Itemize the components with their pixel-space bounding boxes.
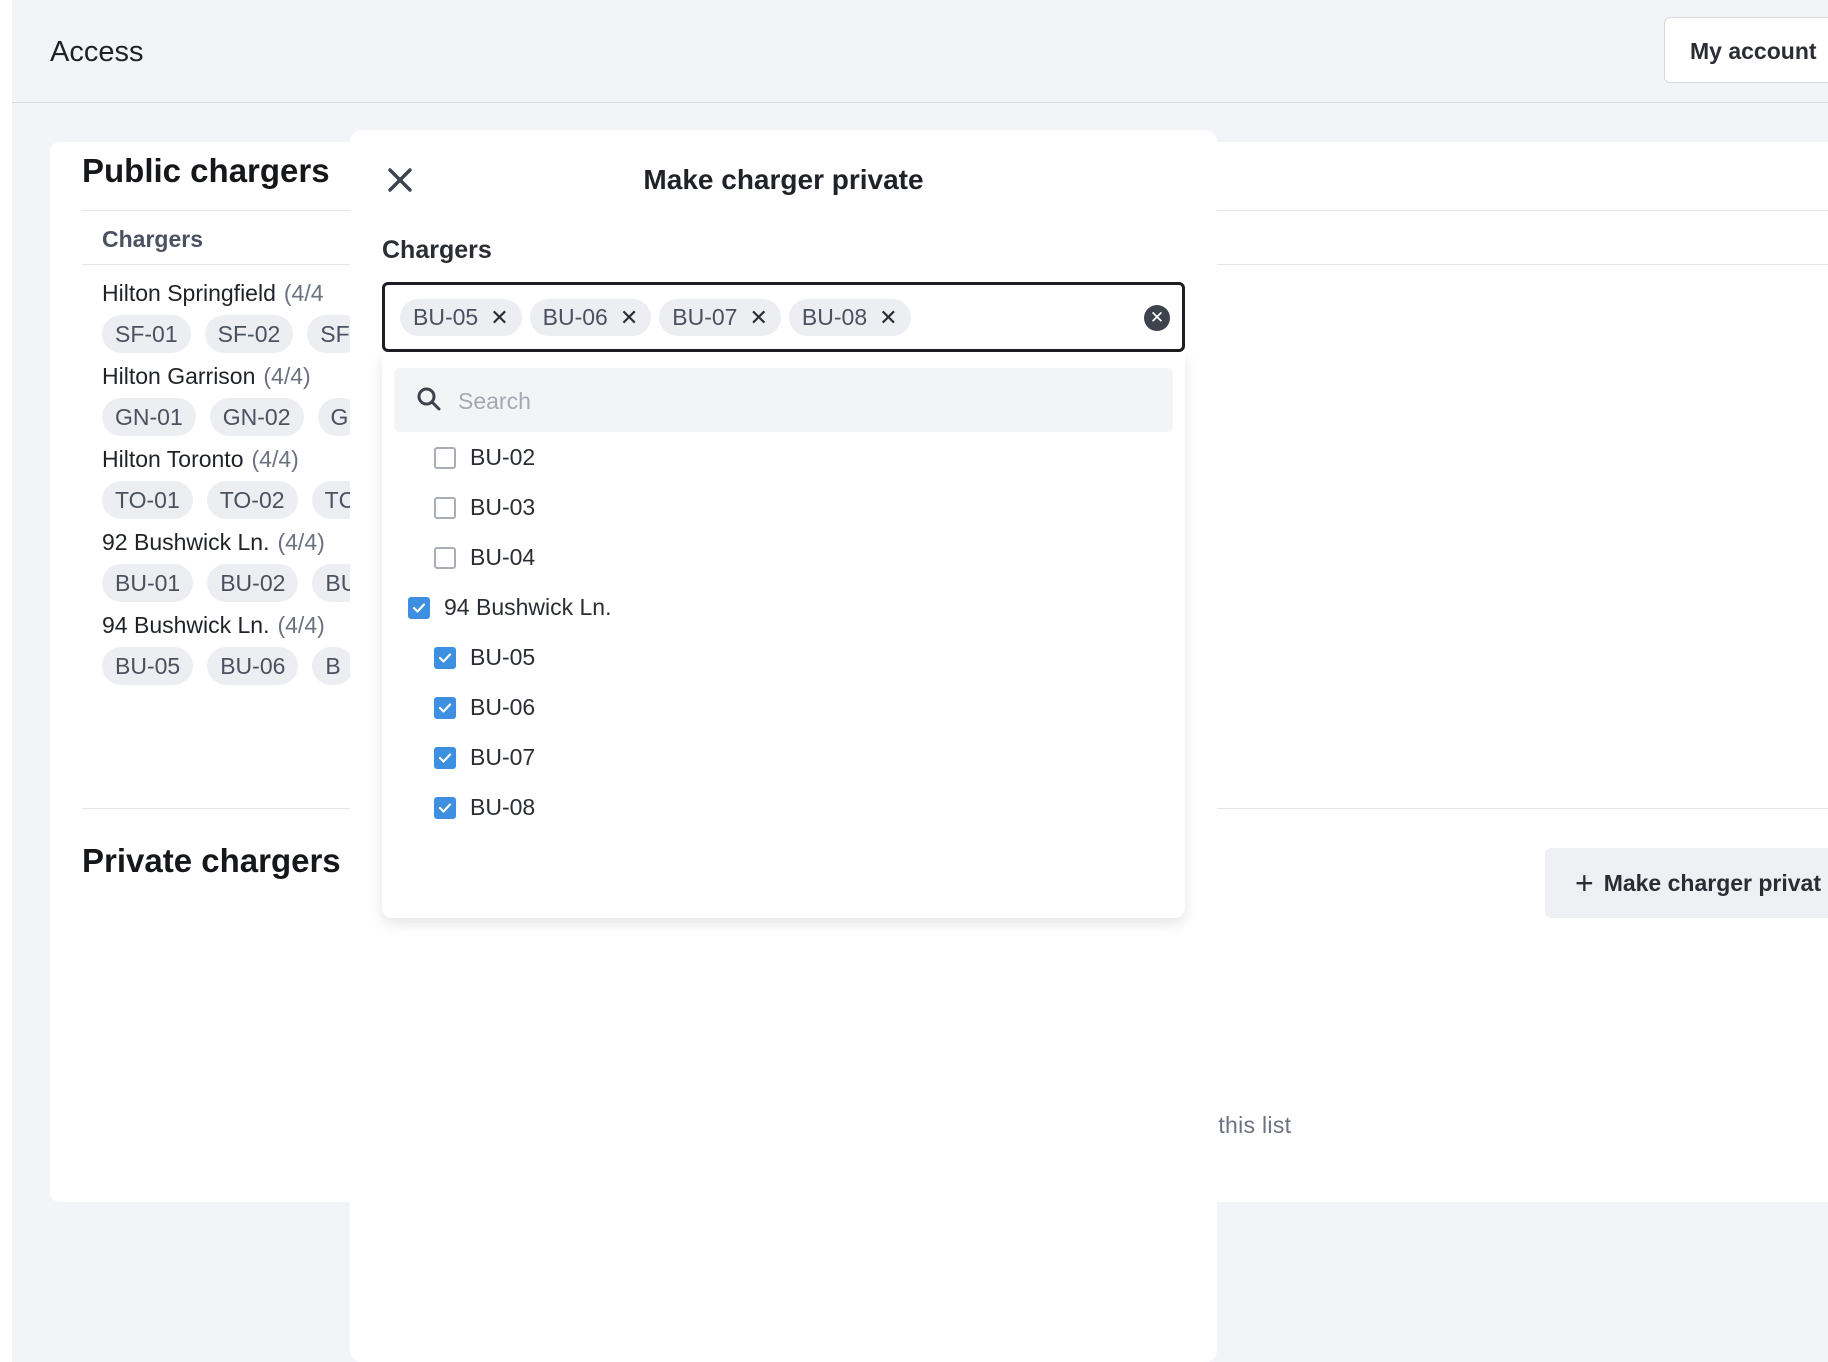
checkbox-checked[interactable] (408, 596, 430, 619)
charger-chip-row: BU-05 BU-06 B (102, 647, 354, 685)
site-name: 94 Bushwick Ln. (4/4) (102, 612, 325, 638)
option-group-item[interactable]: 94 Bushwick Ln. (408, 594, 611, 621)
charger-chip: B (312, 647, 354, 685)
search-box (394, 368, 1173, 432)
public-chargers-title: Public chargers (82, 152, 330, 189)
site-name: Hilton Garrison (4/4) (102, 363, 311, 389)
charger-chip-row: GN-01 GN-02 G (102, 398, 362, 436)
charger-chip: SF-02 (204, 315, 294, 353)
chargers-dropdown: BU-02 BU-03 BU-04 94 Bushwick Ln. BU-05 (382, 352, 1185, 918)
page-title: Access (50, 36, 144, 68)
option-item[interactable]: BU-03 (434, 494, 535, 521)
remove-tag-icon[interactable]: ✕ (490, 299, 508, 336)
site-name: Hilton Springfield (4/4 (102, 280, 324, 306)
private-chargers-title: Private chargers (82, 842, 341, 879)
selected-tag: BU-07 ✕ (659, 299, 781, 336)
charger-chip: BU-06 (207, 647, 299, 685)
check-icon (438, 752, 452, 763)
site-name: 92 Bushwick Ln. (4/4) (102, 529, 325, 555)
option-item[interactable]: BU-02 (434, 444, 535, 471)
check-icon (438, 702, 452, 713)
check-icon (438, 652, 452, 663)
check-icon (412, 602, 426, 613)
selected-tag: BU-05 ✕ (400, 299, 522, 336)
remove-tag-icon[interactable]: ✕ (749, 299, 767, 336)
search-icon (416, 386, 442, 417)
top-bar: Access My account (12, 0, 1828, 103)
chargers-multiselect[interactable]: BU-05 ✕ BU-06 ✕ BU-07 ✕ BU-08 ✕ ✕ (382, 282, 1185, 352)
chargers-column-header: Chargers (102, 226, 203, 252)
check-icon (438, 802, 452, 813)
option-item[interactable]: BU-06 (434, 694, 535, 721)
charger-chip-row: BU-01 BU-02 BU (102, 564, 371, 602)
modal-title: Make charger private (643, 164, 924, 195)
charger-chip: GN-01 (102, 398, 196, 436)
option-item[interactable]: BU-04 (434, 544, 535, 571)
charger-chip-row: SF-01 SF-02 SF (102, 315, 363, 353)
selected-tag: BU-08 ✕ (788, 299, 911, 336)
option-item[interactable]: BU-05 (434, 644, 535, 671)
remove-tag-icon[interactable]: ✕ (879, 299, 897, 336)
checkbox-checked[interactable] (434, 746, 456, 769)
charger-chip: BU-01 (102, 564, 194, 602)
search-input[interactable] (456, 380, 1150, 422)
charger-chip: BU-05 (102, 647, 194, 685)
checkbox[interactable] (434, 546, 456, 569)
checkbox[interactable] (434, 446, 456, 469)
make-charger-private-modal: Make charger private Chargers BU-05 ✕ BU-… (350, 130, 1217, 1362)
site-name: Hilton Toronto (4/4) (102, 446, 299, 472)
plus-icon: + (1575, 865, 1594, 901)
charger-chip-row: TO-01 TO-02 TC (102, 481, 369, 519)
option-item[interactable]: BU-08 (434, 794, 535, 821)
left-edge (0, 0, 12, 1362)
checkbox[interactable] (434, 496, 456, 519)
chargers-field-label: Chargers (382, 236, 492, 264)
make-charger-private-label: Make charger privat (1603, 869, 1822, 896)
charger-chip: TO-01 (102, 481, 193, 519)
charger-chip: BU-02 (207, 564, 299, 602)
make-charger-private-button[interactable]: + Make charger privat (1545, 848, 1828, 918)
remove-tag-icon[interactable]: ✕ (620, 299, 638, 336)
checkbox-checked[interactable] (434, 696, 456, 719)
charger-chip: SF-01 (102, 315, 191, 353)
checkbox-checked[interactable] (434, 646, 456, 669)
my-account-button[interactable]: My account (1664, 17, 1828, 83)
selected-tag: BU-06 ✕ (529, 299, 652, 336)
checkbox-checked[interactable] (434, 796, 456, 819)
charger-chip: GN-02 (209, 398, 304, 436)
charger-chip: TO-02 (206, 481, 298, 519)
selected-tag-list: BU-05 ✕ BU-06 ✕ BU-07 ✕ BU-08 ✕ (400, 299, 911, 336)
option-item[interactable]: BU-07 (434, 744, 535, 771)
clear-all-icon[interactable]: ✕ (1144, 305, 1170, 331)
